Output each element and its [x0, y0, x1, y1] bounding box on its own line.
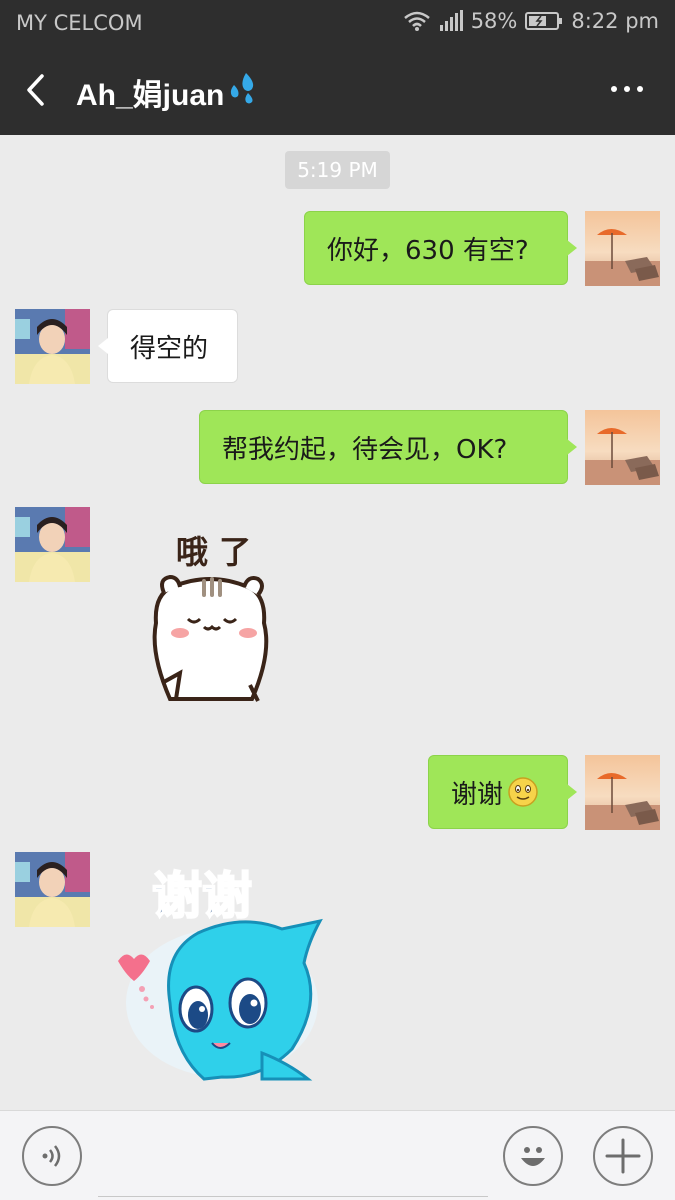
message-text: 得空的 [130, 333, 209, 364]
cat-sticker[interactable]: 哦 了 [140, 523, 300, 723]
chat-header: Ah_娟juan [0, 46, 675, 135]
status-icons: 58% 8:22 pm [403, 9, 659, 33]
contact-avatar[interactable] [15, 309, 90, 384]
plus-button[interactable] [593, 1126, 653, 1186]
my-avatar[interactable] [585, 755, 660, 830]
message-list[interactable]: 5:19 PM 你好，630 有空? 得空的 帮我约起，待会见，OK? 哦 了 … [0, 135, 675, 1110]
battery-percent: 58% [470, 9, 518, 33]
back-button[interactable] [18, 70, 58, 110]
plus-icon [605, 1138, 641, 1174]
message-text: 谢谢 [451, 779, 504, 810]
blue-creature-sticker[interactable]: 谢谢 [112, 853, 330, 1083]
message-input[interactable] [98, 1131, 488, 1197]
more-button[interactable] [611, 86, 643, 92]
sweat-drops-icon [226, 71, 260, 113]
status-bar: MY CELCOM 58% 8:22 pm [0, 0, 675, 46]
chat-title: Ah_娟juan [76, 70, 260, 114]
outgoing-message-bubble[interactable]: 谢谢 [428, 755, 577, 829]
battery-icon [525, 11, 563, 31]
wifi-icon [403, 10, 431, 32]
smile-emoji [507, 776, 539, 808]
contact-avatar[interactable] [15, 507, 90, 582]
outgoing-message-bubble[interactable]: 你好，630 有空? [304, 211, 577, 285]
chevron-left-icon [27, 74, 44, 106]
voice-button[interactable] [22, 1126, 82, 1186]
signal-icon [439, 10, 463, 32]
contact-avatar[interactable] [15, 852, 90, 927]
voice-icon [42, 1145, 61, 1167]
sticker-caption: 谢谢 [152, 867, 252, 925]
message-text: 你好，630 有空? [327, 235, 529, 266]
status-time: 8:22 pm [571, 9, 659, 33]
carrier-name: MY CELCOM [16, 11, 143, 35]
more-dots-icon [611, 86, 617, 92]
contact-name: Ah_娟juan [76, 79, 225, 112]
outgoing-message-bubble[interactable]: 帮我约起，待会见，OK? [199, 410, 577, 484]
my-avatar[interactable] [585, 211, 660, 286]
sticker-caption: 哦 了 [176, 533, 251, 571]
message-text: 帮我约起，待会见，OK? [222, 434, 508, 465]
emoji-button[interactable] [503, 1126, 563, 1186]
input-bar [0, 1110, 675, 1200]
message-timestamp: 5:19 PM [285, 151, 390, 189]
incoming-message-bubble[interactable]: 得空的 [98, 309, 238, 383]
my-avatar[interactable] [585, 410, 660, 485]
emoji-icon [521, 1147, 545, 1166]
